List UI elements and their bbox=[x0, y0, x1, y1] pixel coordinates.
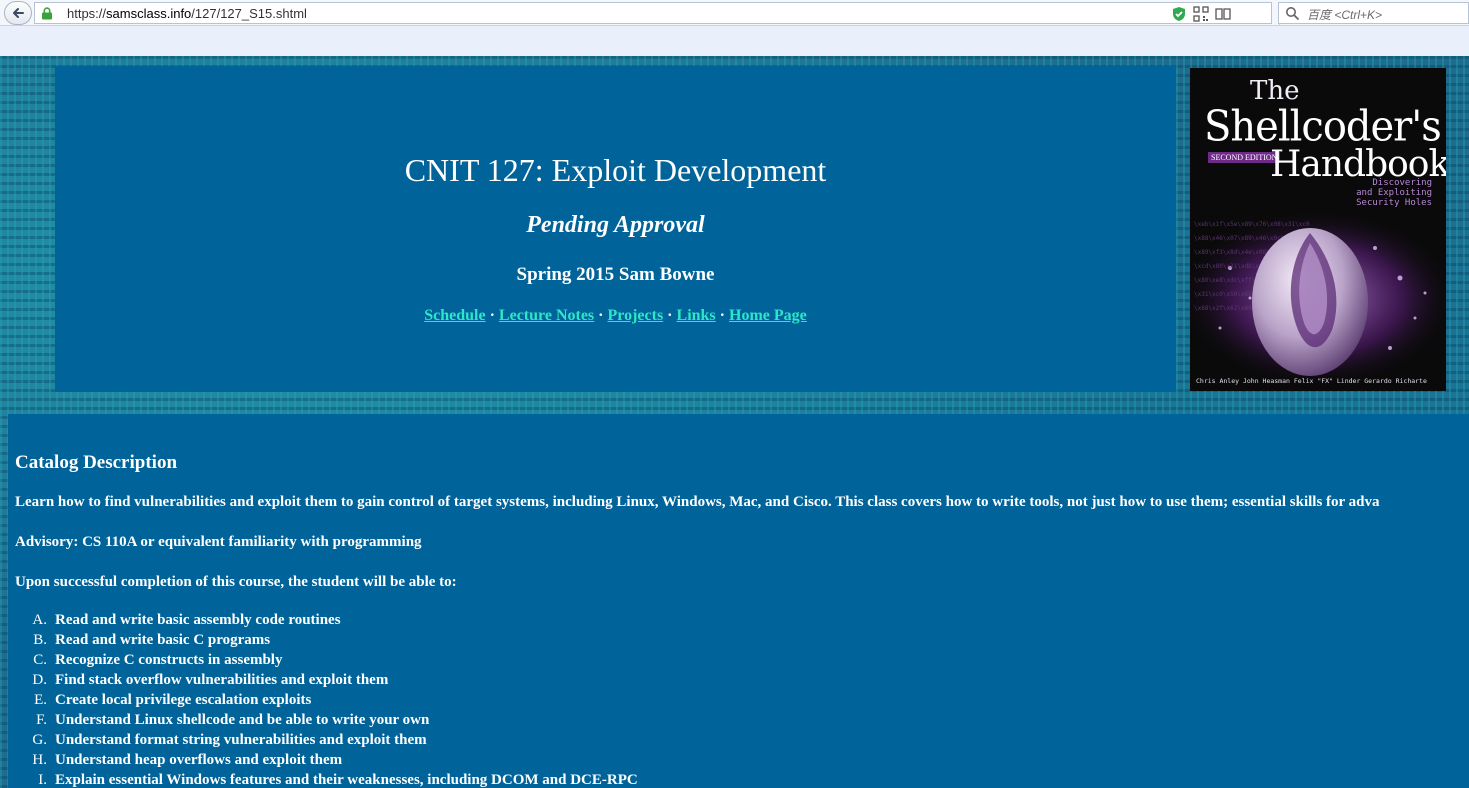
nav-link-lecture-notes[interactable]: Lecture Notes bbox=[499, 307, 594, 324]
page-content: CNIT 127: Exploit Development Pending Ap… bbox=[0, 56, 1469, 788]
search-bar[interactable]: 百度 <Ctrl+K> bbox=[1278, 2, 1469, 24]
reader-view-icon[interactable] bbox=[1215, 6, 1231, 22]
url-scheme: https:// bbox=[67, 6, 107, 21]
book-cover-image: \xeb\x1f\x5e\x89\x76\x08\x31\xc0 \x88\x4… bbox=[1190, 68, 1446, 391]
list-item: G. Understand format string vulnerabiliti… bbox=[15, 730, 638, 750]
list-marker: B. bbox=[33, 632, 47, 648]
course-nav: Schedule · Lecture Notes · Projects · Li… bbox=[55, 307, 1176, 325]
book-authors: Chris Anley John Heasman Felix "FX" Lind… bbox=[1196, 377, 1427, 385]
qr-code-icon[interactable] bbox=[1193, 6, 1209, 22]
list-item: F. Understand Linux shellcode and be able… bbox=[15, 710, 638, 730]
list-item-text: Read and write basic C programs bbox=[55, 632, 271, 648]
search-icon bbox=[1286, 7, 1300, 21]
url-path: /127/127_S15.shtml bbox=[191, 6, 307, 21]
list-marker: E. bbox=[34, 692, 47, 708]
nav-link-projects[interactable]: Projects bbox=[608, 307, 664, 324]
back-arrow-icon bbox=[13, 8, 24, 18]
list-marker: G. bbox=[32, 732, 47, 748]
list-item: B. Read and write basic C programs bbox=[15, 630, 638, 650]
list-item: E. Create local privilege escalation expl… bbox=[15, 690, 638, 710]
nav-link-schedule[interactable]: Schedule bbox=[424, 307, 485, 324]
nav-separator: · bbox=[598, 307, 604, 324]
course-status: Pending Approval bbox=[526, 212, 705, 238]
book-title-the: The bbox=[1250, 76, 1300, 106]
list-item-text: Explain essential Windows features and t… bbox=[55, 772, 638, 788]
course-header: CNIT 127: Exploit Development Pending Ap… bbox=[55, 66, 1176, 392]
url-host: samsclass.info bbox=[106, 6, 192, 21]
book-subtitle: Discovering and Exploiting Security Hole… bbox=[1356, 178, 1432, 208]
nav-separator: · bbox=[719, 307, 725, 324]
list-item-text: Read and write basic assembly code routi… bbox=[55, 612, 341, 628]
browser-chrome: https://samsclass.info/127/127_S15.shtml… bbox=[0, 0, 1469, 56]
outcomes-intro: Upon successful completion of this cours… bbox=[15, 574, 457, 590]
list-marker: H. bbox=[32, 752, 47, 768]
list-marker: D. bbox=[32, 672, 47, 688]
list-item-text: Understand format string vulnerabilities… bbox=[55, 732, 427, 748]
outcomes-list: A. Read and write basic assembly code rou… bbox=[15, 610, 638, 788]
shield-check-icon[interactable] bbox=[1171, 6, 1187, 22]
address-bar[interactable]: https://samsclass.info/127/127_S15.shtml bbox=[34, 2, 1298, 25]
section-heading: Catalog Description bbox=[15, 452, 178, 473]
list-item: I. Explain essential Windows features and… bbox=[15, 770, 638, 788]
list-marker: F. bbox=[36, 712, 47, 728]
list-item-text: Create local privilege escalation exploi… bbox=[55, 692, 312, 708]
list-item: A. Read and write basic assembly code rou… bbox=[15, 610, 638, 630]
svg-text:\xeb\x1f\x5e\x89\x76\x08\x31\x: \xeb\x1f\x5e\x89\x76\x08\x31\xc0 bbox=[1194, 221, 1310, 228]
course-advisory: Advisory: CS 110A or equivalent familiar… bbox=[15, 534, 422, 550]
search-placeholder: 百度 <Ctrl+K> bbox=[1307, 8, 1383, 22]
list-item-text: Recognize C constructs in assembly bbox=[55, 652, 283, 668]
list-item-text: Find stack overflow vulnerabilities and … bbox=[55, 672, 389, 688]
list-item: D. Find stack overflow vulnerabilities an… bbox=[15, 670, 638, 690]
nav-separator: · bbox=[667, 307, 673, 324]
nav-link-links[interactable]: Links bbox=[677, 307, 716, 324]
url-text: https://samsclass.info/127/127_S15.shtml bbox=[67, 6, 307, 21]
nav-link-home-page[interactable]: Home Page bbox=[729, 307, 807, 324]
list-item-text: Understand heap overflows and exploit th… bbox=[55, 752, 343, 768]
lock-icon bbox=[42, 7, 52, 20]
list-marker: A. bbox=[32, 612, 47, 628]
list-marker: I. bbox=[38, 772, 47, 788]
page-title: CNIT 127: Exploit Development bbox=[404, 152, 827, 188]
back-button[interactable] bbox=[4, 1, 32, 25]
list-item: C. Recognize C constructs in assembly bbox=[15, 650, 638, 670]
list-marker: C. bbox=[33, 652, 47, 668]
list-item-text: Understand Linux shellcode and be able t… bbox=[55, 712, 430, 728]
list-item: H. Understand heap overflows and exploit … bbox=[15, 750, 638, 770]
course-term: Spring 2015 Sam Bowne bbox=[516, 264, 715, 285]
catalog-section: Catalog Description Learn how to find vu… bbox=[8, 414, 1469, 788]
nav-separator: · bbox=[489, 307, 495, 324]
navigation-toolbar: https://samsclass.info/127/127_S15.shtml… bbox=[0, 0, 1469, 26]
course-description: Learn how to find vulnerabilities and ex… bbox=[15, 494, 1380, 510]
